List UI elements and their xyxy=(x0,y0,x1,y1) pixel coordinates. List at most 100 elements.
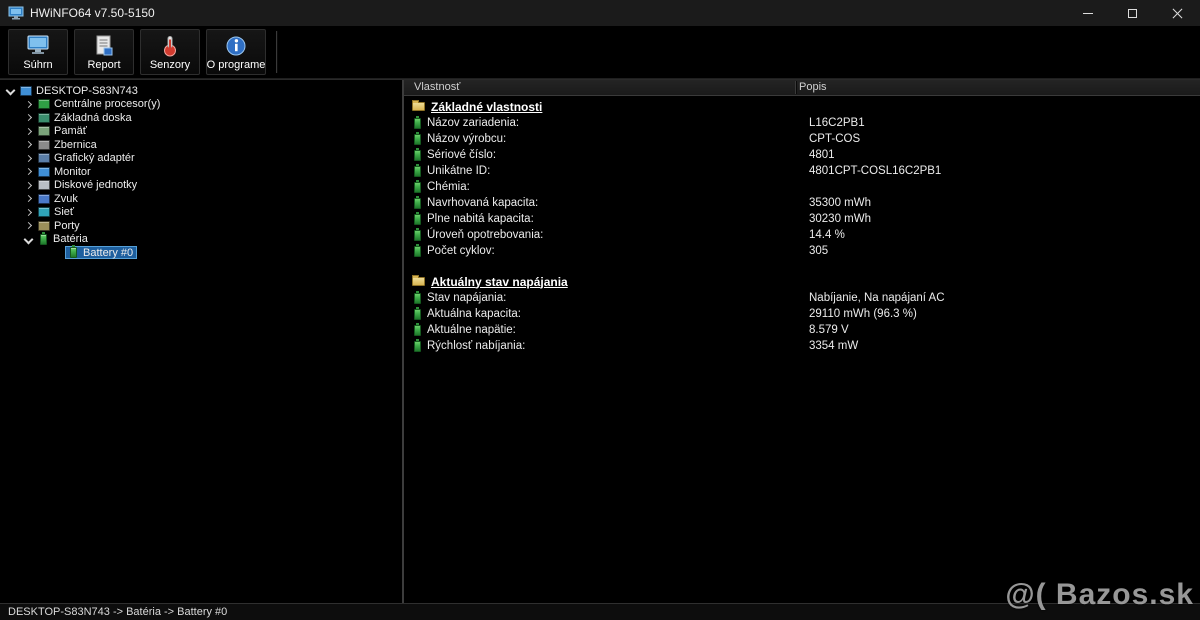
about-button[interactable]: O programe xyxy=(206,29,266,75)
property-value: 305 xyxy=(809,245,828,257)
property-value: 4801 xyxy=(809,149,835,161)
property-label: Stav napájania: xyxy=(427,292,506,304)
property-label: Unikátne ID: xyxy=(427,165,490,177)
property-value: 8.579 V xyxy=(809,324,849,336)
motherboard-icon xyxy=(38,113,50,123)
folder-icon xyxy=(412,102,425,111)
sensors-button-label: Senzory xyxy=(150,59,190,71)
toolbar: Súhrn Report Senzory O programe xyxy=(0,26,1200,79)
chevron-right-icon[interactable] xyxy=(22,206,35,218)
tree-item-zbernica[interactable]: Zbernica xyxy=(0,138,402,152)
tree-item-root[interactable]: DESKTOP-S83N743 xyxy=(0,84,402,98)
main-area: DESKTOP-S83N743 Centrálne procesor(y)Zák… xyxy=(0,79,1200,603)
statusbar: DESKTOP-S83N743 -> Batéria -> Battery #0 xyxy=(0,603,1200,620)
chevron-right-icon[interactable] xyxy=(22,152,35,164)
maximize-button[interactable] xyxy=(1110,0,1155,26)
tree-item-centr-lne-procesor-y[interactable]: Centrálne procesor(y) xyxy=(0,98,402,112)
maximize-icon xyxy=(1128,9,1137,18)
report-button-label: Report xyxy=(87,59,120,71)
chevron-right-icon[interactable] xyxy=(22,98,35,110)
chevron-down-icon[interactable] xyxy=(4,85,17,97)
tree-item-label: Sieť xyxy=(54,206,74,218)
close-button[interactable] xyxy=(1155,0,1200,26)
device-tree: DESKTOP-S83N743 Centrálne procesor(y)Zák… xyxy=(0,80,404,603)
property-row-r-chlos-nab-jania[interactable]: Rýchlosť nabíjania:3354 mW xyxy=(404,338,1200,354)
battery-icon xyxy=(414,293,421,304)
chevron-right-icon[interactable] xyxy=(22,125,35,137)
chevron-right-icon[interactable] xyxy=(22,193,35,205)
battery-icon xyxy=(414,246,421,257)
tree-item-battery-#0[interactable]: Battery #0 xyxy=(0,246,402,260)
sensors-button[interactable]: Senzory xyxy=(140,29,200,75)
chevron-right-icon[interactable] xyxy=(22,139,35,151)
battery-icon xyxy=(414,118,421,129)
tree-item-label: Zvuk xyxy=(54,193,78,205)
section-header-z-kladn-vlastnosti: Základné vlastnosti xyxy=(404,98,1200,115)
column-header-property[interactable]: Vlastnosť xyxy=(414,81,460,93)
summary-button[interactable]: Súhrn xyxy=(8,29,68,75)
minimize-button[interactable] xyxy=(1065,0,1110,26)
toolbar-separator xyxy=(276,31,277,73)
folder-icon xyxy=(412,277,425,286)
property-row-s-riov-slo[interactable]: Sériové číslo: 4801 xyxy=(404,147,1200,163)
tree-item-label: Monitor xyxy=(54,166,91,178)
property-row-n-zov-zariadenia[interactable]: Názov zariadenia:L16C2PB1 xyxy=(404,115,1200,131)
property-row-n-zov-v-robcu[interactable]: Názov výrobcu:CPT-COS xyxy=(404,131,1200,147)
section-title: Aktuálny stav napájania xyxy=(431,275,568,289)
property-row-aktu-lne-nap-tie[interactable]: Aktuálne napätie:8.579 V xyxy=(404,322,1200,338)
chevron-down-icon[interactable] xyxy=(22,233,35,245)
property-row-unik-tne-id[interactable]: Unikátne ID:4801CPT-COSL16C2PB1 xyxy=(404,163,1200,179)
chevron-right-icon[interactable] xyxy=(22,179,35,191)
report-button[interactable]: Report xyxy=(74,29,134,75)
property-row-ch-mia[interactable]: Chémia: xyxy=(404,179,1200,195)
column-header-description[interactable]: Popis xyxy=(799,81,827,93)
property-value: 30230 mWh xyxy=(809,213,871,225)
property-row-plne-nabit-kapacita[interactable]: Plne nabitá kapacita:30230 mWh xyxy=(404,211,1200,227)
chevron-right-icon[interactable] xyxy=(22,166,35,178)
properties-panel: Vlastnosť Popis Základné vlastnostiNázov… xyxy=(404,80,1200,603)
column-headers: Vlastnosť Popis xyxy=(404,80,1200,96)
chevron-right-icon[interactable] xyxy=(22,220,35,232)
column-divider[interactable] xyxy=(795,81,796,94)
property-row-rove-opotrebovania[interactable]: Úroveň opotrebovania:14.4 % xyxy=(404,227,1200,243)
property-label: Názov výrobcu: xyxy=(427,133,506,145)
disk-icon xyxy=(38,180,50,190)
audio-icon xyxy=(38,194,50,204)
tree-item-label: Battery #0 xyxy=(83,247,133,259)
tree-item-z-kladn-doska[interactable]: Základná doska xyxy=(0,111,402,125)
tree-item-diskov-jednotky[interactable]: Diskové jednotky xyxy=(0,179,402,193)
tree-root-label: DESKTOP-S83N743 xyxy=(36,85,138,97)
battery-icon xyxy=(414,309,421,320)
property-row-po-et-cyklov[interactable]: Počet cyklov: 305 xyxy=(404,243,1200,259)
property-row-aktu-lna-kapacita[interactable]: Aktuálna kapacita: 29110 mWh (96.3 %) xyxy=(404,306,1200,322)
property-label: Úroveň opotrebovania: xyxy=(427,229,543,241)
tree-item-pam[interactable]: Pamäť xyxy=(0,125,402,139)
tree-item-sie[interactable]: Sieť xyxy=(0,206,402,220)
sensors-thermometer-icon xyxy=(160,34,180,58)
battery-icon xyxy=(414,325,421,336)
chevron-right-icon[interactable] xyxy=(22,112,35,124)
window-title: HWiNFO64 v7.50-5150 xyxy=(30,6,155,20)
gpu-icon xyxy=(38,153,50,163)
property-row-navrhovan-kapacita[interactable]: Navrhovaná kapacita:35300 mWh xyxy=(404,195,1200,211)
section-spacer xyxy=(404,354,1200,368)
tree-item-label: Porty xyxy=(54,220,80,232)
property-value: 29110 mWh (96.3 %) xyxy=(809,308,917,320)
battery-icon xyxy=(414,134,421,145)
property-value: L16C2PB1 xyxy=(809,117,865,129)
tree-item-bat-ria[interactable]: Batéria xyxy=(0,233,402,247)
tree-item-grafick-adapt-r[interactable]: Grafický adaptér xyxy=(0,152,402,166)
property-label: Počet cyklov: xyxy=(427,245,495,257)
section-header-aktu-lny-stav-nap-jania: Aktuálny stav napájania xyxy=(404,273,1200,290)
tree-item-monitor[interactable]: Monitor xyxy=(0,165,402,179)
tree-item-zvuk[interactable]: Zvuk xyxy=(0,192,402,206)
property-label: Aktuálna kapacita: xyxy=(427,308,521,320)
tree-item-porty[interactable]: Porty xyxy=(0,219,402,233)
summary-button-label: Súhrn xyxy=(23,59,52,71)
report-document-icon xyxy=(94,34,114,58)
about-button-label: O programe xyxy=(207,59,266,71)
property-label: Sériové číslo: xyxy=(427,149,496,161)
battery-icon xyxy=(414,214,421,225)
property-row-stav-nap-jania[interactable]: Stav napájania:Nabíjanie, Na napájaní AC xyxy=(404,290,1200,306)
tree-item-label: Centrálne procesor(y) xyxy=(54,98,160,110)
